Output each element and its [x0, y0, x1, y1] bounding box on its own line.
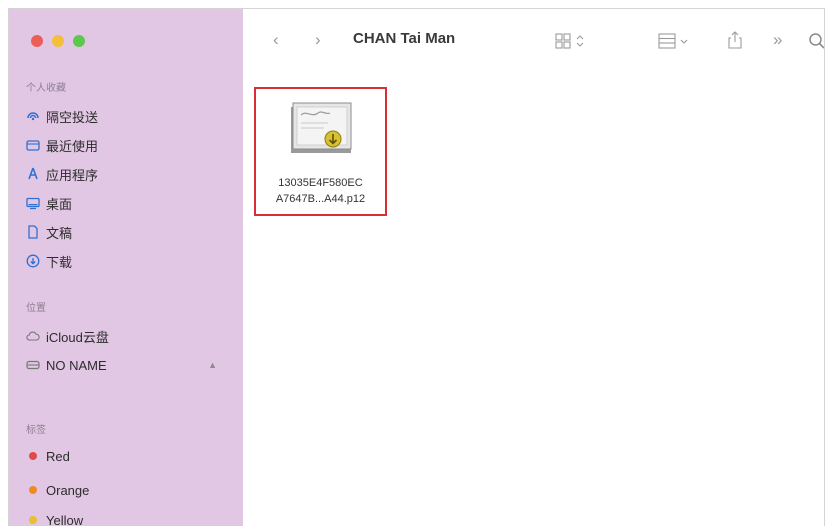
locations-section-title: 位置 [26, 303, 46, 314]
sidebar-item-label: 最近使用 [46, 138, 99, 154]
sidebar-item-no-name[interactable]: NO NAME ▲ [26, 354, 231, 376]
sidebar-item-downloads[interactable]: 下载 [26, 250, 231, 272]
finder-window: 个人收藏 隔空投送 最近使用 应用程序 桌面 文稿 下载 位置 iCloud云盘… [8, 8, 825, 526]
sidebar: 个人收藏 隔空投送 最近使用 应用程序 桌面 文稿 下载 位置 iCloud云盘… [9, 9, 243, 526]
applications-icon [26, 167, 40, 181]
search-button[interactable] [808, 32, 824, 55]
sidebar-item-label: 隔空投送 [46, 109, 99, 125]
share-icon [728, 31, 742, 49]
file-item-p12[interactable]: 13035E4F580EC A7647B...A44.p12 [254, 87, 387, 216]
grid-view-icon [555, 33, 584, 49]
sidebar-tag-yellow[interactable]: Yellow [26, 509, 231, 526]
more-toolbar-button[interactable]: » [773, 30, 782, 50]
sidebar-item-documents[interactable]: 文稿 [26, 221, 231, 243]
sidebar-item-desktop[interactable]: 桌面 [26, 192, 231, 214]
close-button[interactable] [31, 35, 43, 47]
sidebar-item-applications[interactable]: 应用程序 [26, 163, 231, 185]
sidebar-item-label: 桌面 [46, 196, 73, 212]
sidebar-item-airdrop[interactable]: 隔空投送 [26, 105, 231, 127]
tags-section-title: 标签 [26, 425, 46, 436]
tag-color-dot [29, 452, 37, 460]
sidebar-item-label: Red [46, 448, 70, 464]
recents-icon [26, 138, 40, 152]
sidebar-item-label: 下载 [46, 254, 73, 270]
sidebar-item-label: 应用程序 [46, 167, 99, 183]
sidebar-item-label: Yellow [46, 512, 84, 526]
icon-view-button[interactable] [555, 33, 589, 54]
toolbar: ‹ › CHAN Tai Man » [243, 9, 824, 67]
documents-icon [26, 225, 40, 239]
window-title: CHAN Tai Man [353, 30, 456, 47]
tag-color-dot [29, 486, 37, 494]
sidebar-item-recents[interactable]: 最近使用 [26, 134, 231, 156]
window-controls [31, 35, 85, 47]
downloads-icon [26, 254, 40, 268]
minimize-button[interactable] [52, 35, 64, 47]
zoom-button[interactable] [73, 35, 85, 47]
sidebar-item-label: 文稿 [46, 225, 73, 241]
drive-icon [26, 358, 40, 372]
forward-button[interactable]: › [315, 30, 321, 50]
file-name-line2: A7647B...A44.p12 [275, 193, 366, 205]
icloud-icon [26, 329, 40, 343]
sidebar-item-label: NO NAME [46, 357, 107, 373]
group-button[interactable] [658, 33, 692, 54]
file-area: 13035E4F580EC A7647B...A44.p12 [243, 67, 824, 526]
desktop-icon [26, 196, 40, 210]
file-name-line1: 13035E4F580EC [278, 177, 363, 189]
file-name-label: 13035E4F580EC A7647B...A44.p12 [256, 175, 385, 207]
eject-icon[interactable]: ▲ [208, 360, 217, 370]
sidebar-tag-red[interactable]: Red [26, 445, 231, 467]
tag-color-dot [29, 516, 37, 524]
favorites-section-title: 个人收藏 [26, 83, 66, 94]
sidebar-tag-orange[interactable]: Orange [26, 479, 231, 501]
back-button[interactable]: ‹ [273, 30, 279, 50]
list-group-icon [658, 33, 688, 49]
sidebar-item-label: Orange [46, 482, 90, 498]
share-button[interactable] [727, 31, 743, 54]
search-icon [809, 33, 824, 49]
sidebar-item-icloud[interactable]: iCloud云盘 [26, 325, 231, 347]
certificate-icon [291, 102, 352, 153]
airdrop-icon [26, 109, 40, 123]
sidebar-item-label: iCloud云盘 [46, 329, 109, 345]
